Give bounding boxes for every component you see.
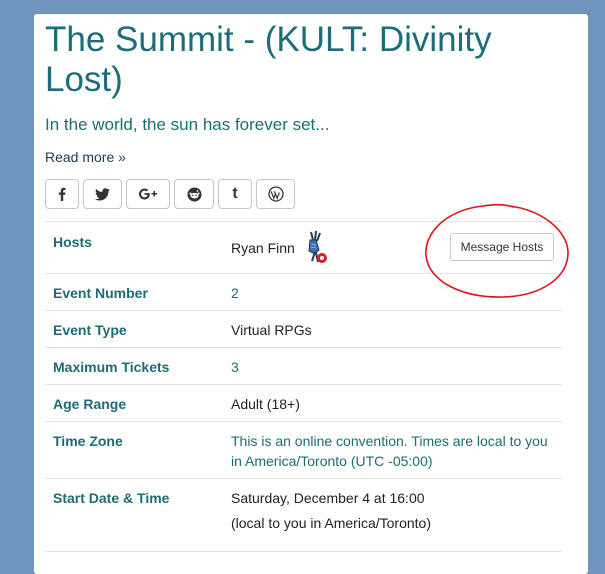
detail-row-event-number: Event Number 2 [45,273,562,311]
facebook-icon [58,187,66,201]
maximum-tickets-value: 3 [231,359,239,375]
maximum-tickets-label: Maximum Tickets [53,359,170,375]
detail-row-maximum-tickets: Maximum Tickets 3 [45,347,562,385]
google-plus-icon [139,188,157,200]
start-date-time-value: Saturday, December 4 at 16:00 [231,490,425,506]
host-name: Ryan Finn [231,240,295,256]
detail-row-event-type: Event Type Virtual RPGs [45,310,562,348]
event-type-value: Virtual RPGs [231,322,312,338]
age-range-value: Adult (18+) [231,396,300,412]
age-range-label: Age Range [53,396,127,412]
tumblr-icon: t [232,185,238,202]
event-type-label: Event Type [53,322,127,338]
twitter-icon [95,187,110,200]
reddit-icon [186,186,202,202]
time-zone-line-1: This is an online convention. Times are … [231,433,548,449]
event-card: The Summit - (KULT: Divinity Lost) In th… [34,14,588,574]
share-tumblr-button[interactable]: t [218,179,252,209]
detail-row-time-zone: Time Zone This is an online convention. … [45,421,562,479]
share-twitter-button[interactable] [83,179,122,209]
share-reddit-button[interactable] [174,179,214,209]
share-facebook-button[interactable] [45,179,79,209]
event-number-value: 2 [231,285,239,301]
start-date-time-note: (local to you in America/Toronto) [231,515,431,531]
detail-row-start-date-time: Start Date & Time Saturday, December 4 a… [45,478,562,552]
share-wordpress-button[interactable] [256,179,295,209]
read-more-link[interactable]: Read more » [45,149,126,165]
event-title: The Summit - (KULT: Divinity Lost) [45,20,492,99]
hosts-label: Hosts [53,234,92,250]
time-zone-line-2: in America/Toronto (UTC -05:00) [231,453,433,469]
event-number-label: Event Number [53,285,148,301]
share-google-plus-button[interactable] [126,179,170,209]
detail-row-age-range: Age Range Adult (18+) [45,384,562,422]
event-tagline: In the world, the sun has forever set... [45,115,330,134]
message-hosts-button[interactable]: Message Hosts [450,233,554,261]
wordpress-icon [267,186,284,202]
time-zone-label: Time Zone [53,433,123,449]
host-avatar [308,230,327,263]
start-date-time-label: Start Date & Time [53,490,170,506]
